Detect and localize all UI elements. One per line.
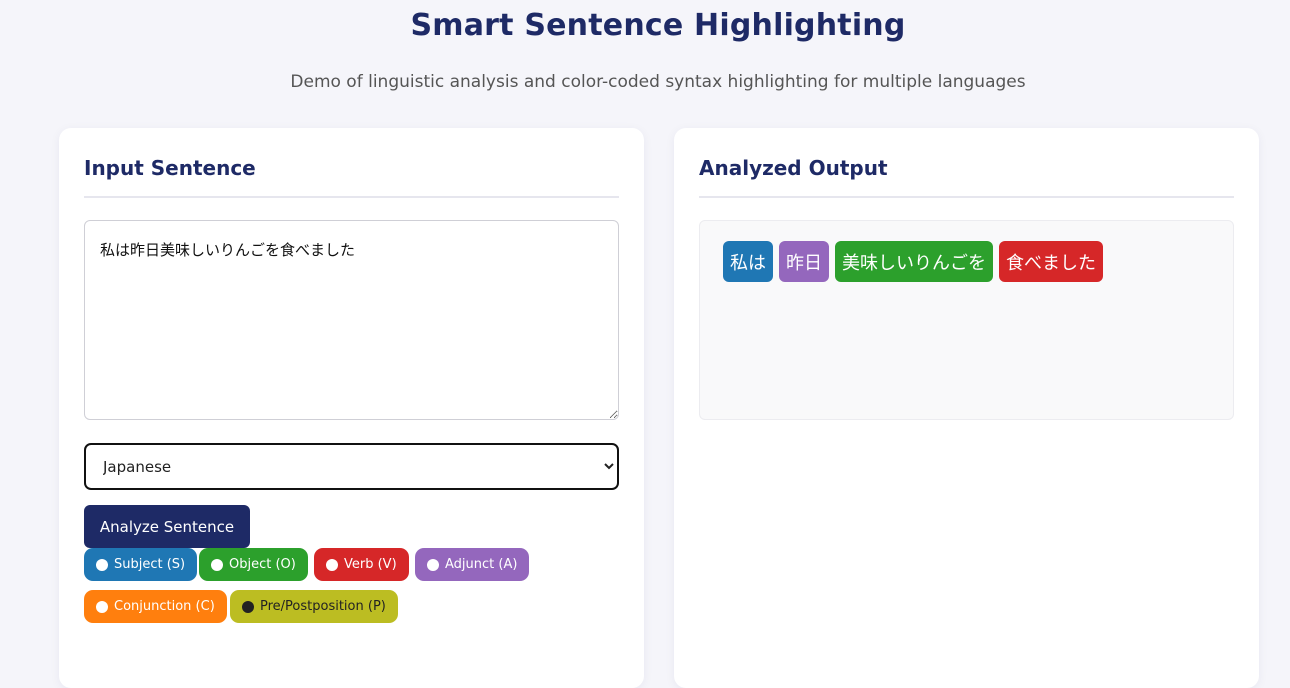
legend-prepostposition: Pre/Postposition (P) bbox=[230, 590, 398, 623]
input-card: Input Sentence 私は昨日美味しいりんごを食べました Japanes… bbox=[59, 128, 644, 688]
analyzed-output: 私は 昨日 美味しいりんごを 食べました bbox=[699, 220, 1234, 420]
output-card: Analyzed Output 私は 昨日 美味しいりんごを 食べました bbox=[674, 128, 1259, 688]
legend-label: Verb (V) bbox=[344, 557, 397, 572]
legend-dot-icon bbox=[242, 600, 254, 613]
legend-dot-icon bbox=[96, 558, 108, 571]
legend-dot-icon bbox=[326, 558, 338, 571]
output-heading: Analyzed Output bbox=[699, 156, 1234, 198]
token-object: 美味しいりんごを bbox=[835, 241, 993, 282]
input-heading: Input Sentence bbox=[84, 156, 619, 198]
legend-subject: Subject (S) bbox=[84, 548, 198, 581]
legend-object: Object (O) bbox=[199, 548, 308, 581]
token-adjunct: 昨日 bbox=[779, 241, 829, 282]
legend-dot-icon bbox=[96, 600, 108, 613]
analyze-button[interactable]: Analyze Sentence bbox=[84, 505, 250, 548]
legend-label: Adjunct (A) bbox=[445, 557, 518, 572]
legend-label: Subject (S) bbox=[114, 557, 186, 572]
legend-label: Pre/Postposition (P) bbox=[260, 599, 386, 614]
page-title: Smart Sentence Highlighting bbox=[410, 8, 906, 43]
legend-adjunct: Adjunct (A) bbox=[415, 548, 530, 581]
legend-conjunction: Conjunction (C) bbox=[84, 590, 227, 623]
legend-label: Conjunction (C) bbox=[114, 599, 215, 614]
legend-verb: Verb (V) bbox=[314, 548, 409, 581]
token-verb: 食べました bbox=[999, 241, 1103, 282]
sentence-input[interactable]: 私は昨日美味しいりんごを食べました bbox=[84, 220, 619, 420]
token-subject: 私は bbox=[723, 241, 773, 282]
legend-label: Object (O) bbox=[229, 557, 296, 572]
page-subtitle: Demo of linguistic analysis and color-co… bbox=[290, 72, 1026, 92]
legend-dot-icon bbox=[211, 558, 223, 571]
legend-dot-icon bbox=[427, 558, 439, 571]
language-select[interactable]: Japanese bbox=[84, 443, 619, 490]
